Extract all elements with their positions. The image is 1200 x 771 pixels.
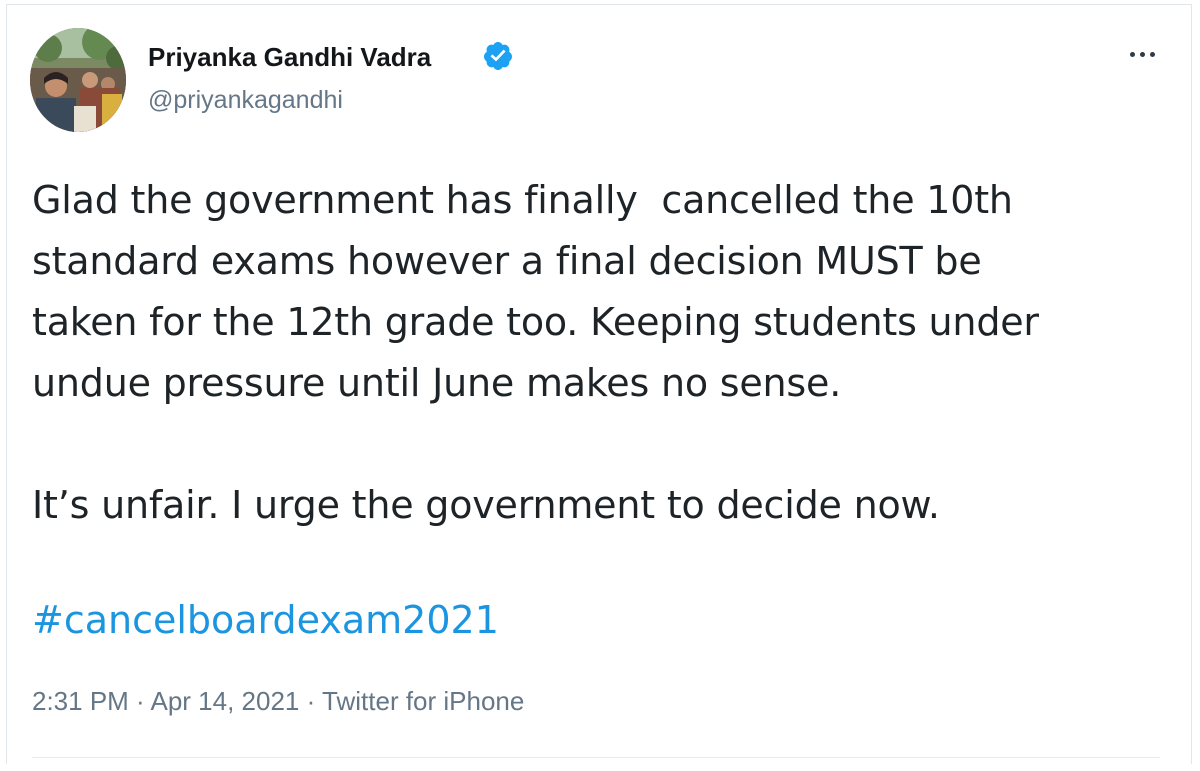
tweet-time[interactable]: 2:31 PM (32, 686, 129, 716)
more-options-button[interactable] (1120, 40, 1164, 68)
tweet-source-link[interactable]: Twitter for iPhone (322, 686, 524, 716)
tweet-text-line: undue pressure until June makes no sense… (32, 361, 842, 405)
verified-badge-icon (483, 42, 512, 70)
separator-dot: · (128, 686, 151, 716)
tweet-text: Glad the government has finally cancelle… (32, 170, 1162, 536)
tweet-metadata: 2:31 PM · Apr 14, 2021 · Twitter for iPh… (32, 686, 524, 717)
tweet-text-line: standard exams however a final decision … (32, 239, 982, 283)
tweet-text-line: Glad the government has finally cancelle… (32, 178, 1013, 222)
author-handle[interactable]: @priyankagandhi (148, 86, 343, 115)
tweet-date[interactable]: Apr 14, 2021 (151, 686, 300, 716)
tweet-text-line: taken for the 12th grade too. Keeping st… (32, 300, 1039, 344)
author-display-name[interactable]: Priyanka Gandhi Vadra (148, 42, 431, 73)
separator-dot: · (299, 686, 323, 716)
avatar[interactable] (30, 28, 126, 132)
more-horizontal-icon-dot (1139, 51, 1145, 57)
more-horizontal-icon (1129, 51, 1135, 57)
tweet-text-line: It’s unfair. I urge the government to de… (32, 483, 940, 527)
more-horizontal-icon-dot (1149, 51, 1155, 57)
hashtag-link[interactable]: #cancelboardexam2021 (32, 590, 499, 651)
avatar-photo (30, 28, 126, 132)
divider (32, 757, 1160, 758)
